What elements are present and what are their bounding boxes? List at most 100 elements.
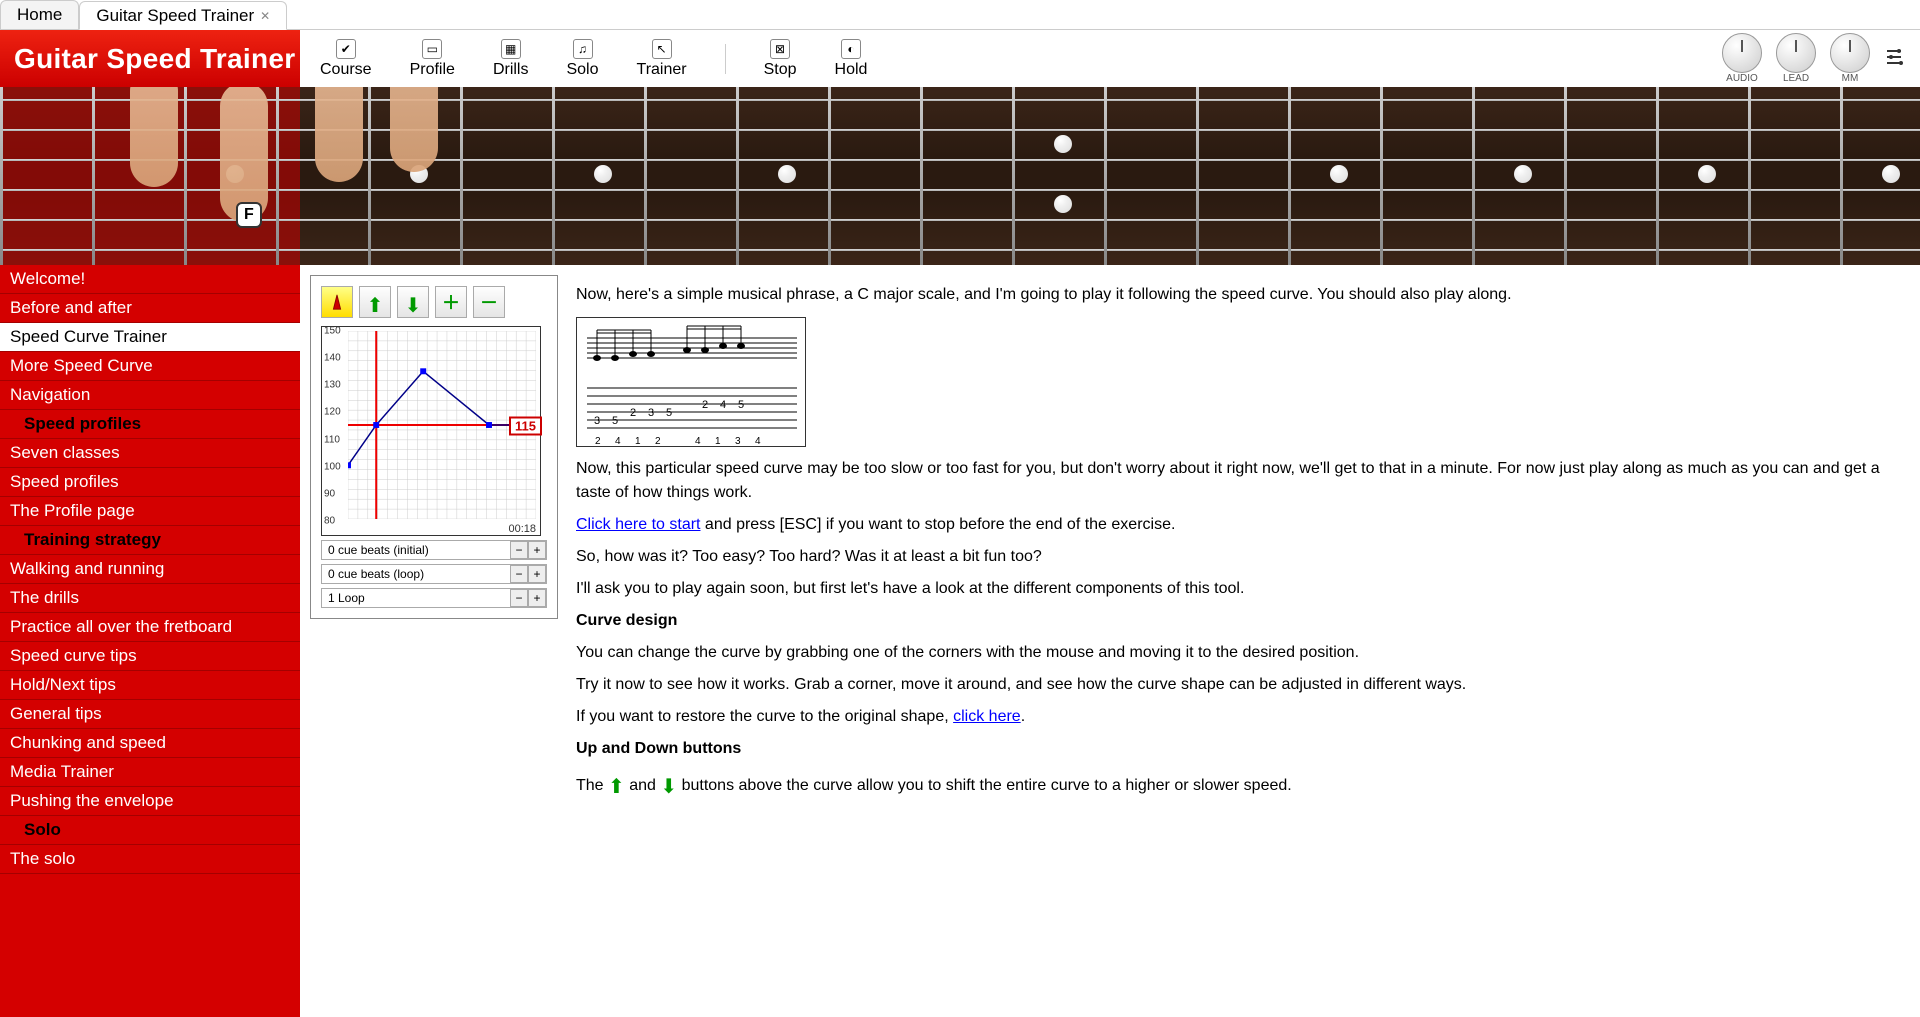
close-icon[interactable]: ✕ [260, 9, 270, 23]
paragraph: Click here to start and press [ESC] if y… [576, 513, 1902, 537]
knob-group: AUDIO LEAD MM [1722, 33, 1920, 84]
heading: Up and Down buttons [576, 737, 1902, 761]
svg-text:1: 1 [715, 436, 721, 447]
sidebar-item[interactable]: The solo [0, 845, 300, 874]
heading: Curve design [576, 609, 1902, 633]
decrement-button[interactable]: − [510, 565, 528, 583]
arrow-down-icon: ⬇ [660, 772, 677, 802]
sidebar-item[interactable]: Walking and running [0, 555, 300, 584]
toolbar-solo[interactable]: ♫Solo [566, 39, 598, 79]
sidebar-item[interactable]: The drills [0, 584, 300, 613]
svg-text:2: 2 [595, 436, 601, 447]
svg-text:1: 1 [635, 436, 641, 447]
sidebar-item[interactable]: Speed curve tips [0, 642, 300, 671]
solo-icon: ♫ [573, 39, 593, 59]
curve-option-row: 1 Loop−+ [321, 588, 547, 608]
sidebar-item[interactable]: Media Trainer [0, 758, 300, 787]
tablature-image: 3523524524124134 [576, 317, 806, 447]
speed-curve-graph[interactable]: 115 00:18 8090100110120130140150 [321, 326, 541, 536]
knob-mm[interactable]: MM [1830, 33, 1870, 84]
toolbar-course[interactable]: ✔Course [320, 39, 372, 79]
sidebar-item[interactable]: Seven classes [0, 439, 300, 468]
paragraph: I'll ask you to play again soon, but fir… [576, 577, 1902, 601]
sidebar-item[interactable]: Hold/Next tips [0, 671, 300, 700]
sidebar-item[interactable]: Chunking and speed [0, 729, 300, 758]
stop-icon: ⊠ [770, 39, 790, 59]
sidebar-item[interactable]: General tips [0, 700, 300, 729]
curve-panel: ⬆ ⬇ ＋ － 115 00:18 8090100110120130140150… [310, 275, 558, 619]
metronome-button[interactable] [321, 286, 353, 318]
note-label: F [236, 202, 262, 228]
decrement-button[interactable]: − [510, 589, 528, 607]
header: Guitar Speed Trainer ✔Course ▭Profile ▦D… [0, 30, 1920, 87]
paragraph: If you want to restore the curve to the … [576, 705, 1902, 729]
text: and [625, 777, 661, 794]
increment-button[interactable]: + [528, 541, 546, 559]
toolbar-label: Hold [835, 61, 868, 79]
sidebar-header: Speed profiles [0, 410, 300, 439]
restore-link[interactable]: click here [953, 708, 1021, 725]
sidebar[interactable]: Welcome!Before and afterSpeed Curve Trai… [0, 265, 300, 1017]
toolbar-label: Profile [410, 61, 455, 79]
sidebar-item[interactable]: Navigation [0, 381, 300, 410]
sidebar-item[interactable]: Speed profiles [0, 468, 300, 497]
settings-icon[interactable] [1884, 45, 1908, 72]
sidebar-item[interactable]: Pushing the envelope [0, 787, 300, 816]
content: ⬆ ⬇ ＋ － 115 00:18 8090100110120130140150… [300, 265, 1920, 1017]
text: . [1021, 708, 1025, 725]
sidebar-item[interactable]: Speed Curve Trainer [0, 323, 300, 352]
dial-icon [1830, 33, 1870, 73]
y-tick-label: 150 [324, 326, 341, 337]
sidebar-item[interactable]: Welcome! [0, 265, 300, 294]
add-point-button[interactable]: ＋ [435, 286, 467, 318]
toolbar-trainer[interactable]: ↖Trainer [637, 39, 687, 79]
increment-button[interactable]: + [528, 565, 546, 583]
toolbar: ✔Course ▭Profile ▦Drills ♫Solo ↖Trainer … [300, 30, 1920, 87]
curve-option-row: 0 cue beats (initial)−+ [321, 540, 547, 560]
arrow-down-icon: ⬇ [405, 293, 422, 318]
svg-text:4: 4 [755, 436, 761, 447]
paragraph: Try it now to see how it works. Grab a c… [576, 673, 1902, 697]
speed-down-button[interactable]: ⬇ [397, 286, 429, 318]
knob-label: LEAD [1783, 73, 1809, 84]
paragraph: The ⬆ and ⬇ buttons above the curve allo… [576, 769, 1902, 799]
toolbar-hold[interactable]: ◐Hold [835, 39, 868, 79]
knob-label: MM [1842, 73, 1859, 84]
knob-label: AUDIO [1726, 73, 1758, 84]
sidebar-item[interactable]: More Speed Curve [0, 352, 300, 381]
trainer-icon: ↖ [652, 39, 672, 59]
speed-up-button[interactable]: ⬆ [359, 286, 391, 318]
tab-app[interactable]: Guitar Speed Trainer ✕ [79, 1, 287, 30]
fretboard[interactable]: F [0, 87, 1920, 265]
toolbar-stop[interactable]: ⊠ Stop [764, 39, 797, 79]
svg-text:2: 2 [655, 436, 661, 447]
start-link[interactable]: Click here to start [576, 516, 700, 533]
curve-panel-buttons: ⬆ ⬇ ＋ － [321, 286, 547, 318]
y-tick-label: 80 [324, 516, 335, 527]
increment-button[interactable]: + [528, 589, 546, 607]
svg-text:3: 3 [594, 415, 600, 427]
sidebar-item[interactable]: The Profile page [0, 497, 300, 526]
toolbar-profile[interactable]: ▭Profile [410, 39, 455, 79]
decrement-button[interactable]: − [510, 541, 528, 559]
svg-text:4: 4 [615, 436, 621, 447]
option-label: 1 Loop [322, 589, 510, 607]
knob-lead[interactable]: LEAD [1776, 33, 1816, 84]
tab-label: Guitar Speed Trainer [96, 6, 254, 26]
toolbar-label: Course [320, 61, 372, 79]
y-tick-label: 120 [324, 407, 341, 418]
finger-4 [390, 87, 438, 172]
time-label: 00:18 [508, 523, 536, 535]
remove-point-button[interactable]: － [473, 286, 505, 318]
sidebar-item[interactable]: Practice all over the fretboard [0, 613, 300, 642]
y-tick-label: 110 [324, 434, 340, 445]
toolbar-label: Stop [764, 61, 797, 79]
option-label: 0 cue beats (loop) [322, 565, 510, 583]
toolbar-drills[interactable]: ▦Drills [493, 39, 529, 79]
paragraph: You can change the curve by grabbing one… [576, 641, 1902, 665]
paragraph: Now, here's a simple musical phrase, a C… [576, 283, 1902, 307]
tab-home[interactable]: Home [0, 0, 79, 29]
knob-audio[interactable]: AUDIO [1722, 33, 1762, 84]
sidebar-item[interactable]: Before and after [0, 294, 300, 323]
main-area: Welcome!Before and afterSpeed Curve Trai… [0, 265, 1920, 1017]
